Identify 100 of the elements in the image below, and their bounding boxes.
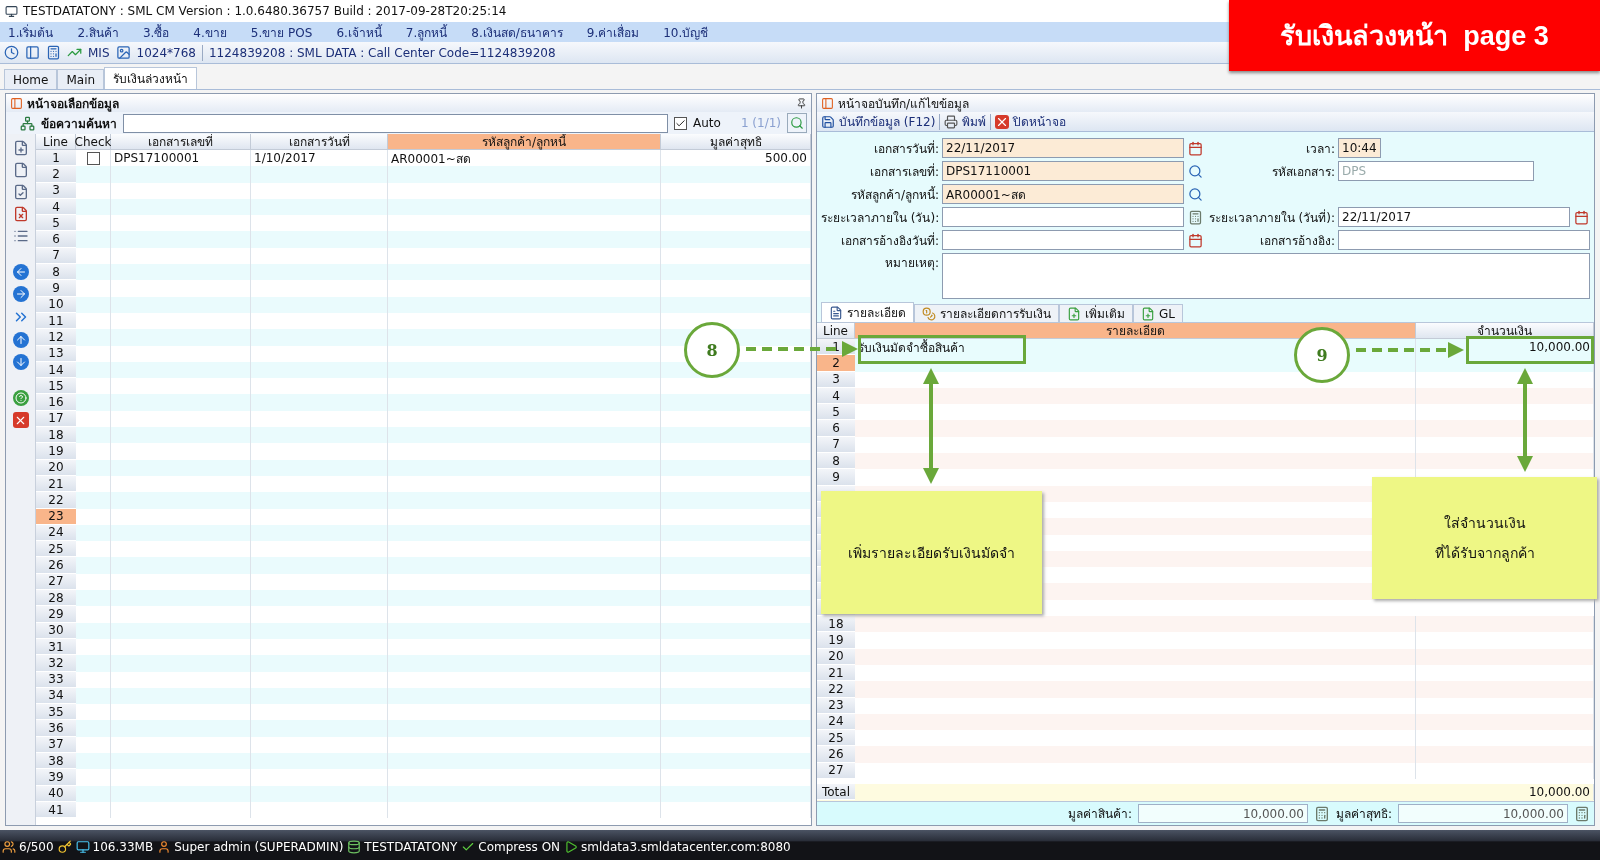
row-number[interactable]: 25	[36, 541, 76, 558]
status-text: Super admin (SUPERADMIN)	[174, 840, 344, 854]
column-header[interactable]: รหัสลูกค้า/ลูกหนี้	[388, 134, 661, 150]
field-label: ระยะเวลาภายใน (วันที่):	[1207, 208, 1335, 227]
row-number[interactable]: 6	[817, 420, 855, 437]
row-number[interactable]: 2	[817, 355, 855, 372]
row-number[interactable]: 36	[36, 720, 76, 737]
window-title: TESTDATATONY : SML CM Version : 1.0.6480.36757 Build : 2017-09-28T20:25:14	[23, 4, 507, 18]
total-field: 10,000.00	[1137, 804, 1308, 823]
row-number[interactable]: 39	[36, 769, 76, 786]
menu-item[interactable]: 7.ลูกหนี้	[405, 22, 448, 42]
row-number[interactable]: 35	[36, 704, 76, 721]
row-number[interactable]: 18	[36, 427, 76, 444]
row-number[interactable]: 22	[817, 681, 855, 698]
toolbar-button[interactable]: ปิดหน้าจอ	[1013, 112, 1067, 131]
row-number[interactable]: 28	[36, 590, 76, 607]
column-header[interactable]: มูลค่าสุทธิ	[661, 134, 811, 150]
panel-title: หน้าจอเลือกข้อมูล	[27, 95, 119, 113]
status-text: smldata3.smldatacenter.com:8080	[581, 840, 791, 854]
toolbar-button[interactable]: 1024*768	[136, 45, 196, 60]
row-number[interactable]: 2	[36, 166, 76, 183]
table-cell: AR00001~สด	[388, 150, 661, 167]
tab[interactable]: Home	[4, 69, 58, 89]
row-number[interactable]: 25	[817, 730, 855, 747]
row-number[interactable]: 8	[36, 264, 76, 281]
status-text: TESTDATATONY	[364, 840, 458, 854]
row-number[interactable]: 19	[817, 632, 855, 649]
row-number[interactable]: 8	[817, 453, 855, 470]
field-label: มูลค่าสินค้า:	[1067, 806, 1132, 823]
tab[interactable]: รายละเอียดการรับเงิน	[914, 304, 1059, 322]
field-label: รหัสเอกสาร:	[1270, 163, 1335, 181]
field-label: หมายเหตุ:	[883, 255, 939, 272]
row-number[interactable]: 32	[36, 655, 76, 672]
field-label: เอกสารอ้างอิงวันที่:	[839, 231, 939, 250]
menu-item[interactable]: 3.ซื้อ	[142, 22, 170, 42]
status-text: 106.33MB	[92, 840, 154, 854]
input-field[interactable]: DPS17110001	[942, 161, 1184, 181]
tab[interactable]: เพิ่มเติม	[1059, 304, 1133, 322]
menu-item[interactable]: 4.ขาย	[193, 22, 227, 42]
menu-item[interactable]: 2.สินค้า	[77, 22, 119, 42]
column-header[interactable]: เอกสารวันที่	[251, 134, 388, 150]
page-info: 1 (1/1)	[740, 116, 781, 130]
row-number[interactable]: 15	[36, 378, 76, 395]
total-field: 10,000.00	[1398, 804, 1568, 823]
search-label: ข้อความค้นหา	[41, 115, 117, 133]
input-field[interactable]: AR00001~สด	[942, 184, 1184, 204]
field-label: เอกสารอ้างอิง:	[1258, 232, 1335, 250]
field-label: เอกสารวันที่:	[872, 139, 939, 158]
row-number[interactable]: 5	[817, 404, 855, 421]
field-label: รหัสลูกค้า/ลูกหนี้:	[849, 185, 939, 204]
menu-item[interactable]: 10.บัญชี	[663, 22, 709, 42]
menu-item[interactable]: 9.ค่าเสื่อม	[586, 22, 640, 42]
field-label: เวลา:	[1304, 140, 1335, 158]
menu-item[interactable]: 1.เริ่มต้น	[8, 22, 54, 42]
toolbar-button[interactable]: พิมพ์	[962, 112, 987, 131]
row-number[interactable]: 6	[36, 231, 76, 248]
status-text: Compress ON	[478, 840, 561, 854]
row-number[interactable]: 12	[36, 329, 76, 346]
note-text: ใส่จำนวนเงิน	[1443, 514, 1526, 533]
info-text: 1124839208 : SML DATA : Call Center Code=1124839208	[208, 45, 556, 60]
total-label: Total	[817, 784, 855, 801]
menu-item[interactable]: 8.เงินสด/ธนาคาร	[471, 22, 563, 42]
row-number[interactable]: 5	[36, 215, 76, 232]
row-number[interactable]: 9	[817, 469, 855, 486]
status-text: 6/500	[19, 840, 54, 854]
input-field[interactable]: 22/11/2017	[942, 138, 1184, 158]
row-number[interactable]: 26	[817, 746, 855, 763]
page-banner: รับเงินล่วงหน้า page 3	[1229, 0, 1600, 71]
row-number[interactable]: 29	[36, 606, 76, 623]
toolbar-button[interactable]: บันทึกข้อมูล (F12)	[839, 112, 936, 131]
table-cell: 10,000.00	[1416, 339, 1594, 356]
menu-item[interactable]: 5.ขาย POS	[250, 22, 313, 42]
tab[interactable]: GL	[1133, 304, 1183, 322]
tab[interactable]: รายละเอียด	[821, 302, 914, 322]
input-field[interactable]: 10:44	[1338, 138, 1381, 158]
column-header[interactable]: เอกสารเลขที่	[111, 134, 251, 150]
panel-title: หน้าจอบันทึก/แก้ไขข้อมูล	[838, 95, 970, 113]
note-text: เพิ่มรายละเอียดรับเงินมัดจำ	[848, 543, 1015, 563]
toolbar-button[interactable]: MIS	[88, 45, 110, 60]
row-number[interactable]: 19	[36, 443, 76, 460]
row-number[interactable]: 9	[36, 280, 76, 297]
field-label: ระยะเวลาภายใน (วัน):	[821, 209, 939, 227]
checkbox-label: Auto	[693, 116, 721, 130]
input-field[interactable]: 22/11/2017	[1338, 207, 1570, 227]
row-number[interactable]: 26	[36, 557, 76, 574]
column-header[interactable]: จำนวนเงิน	[1416, 323, 1594, 339]
field-label: เอกสารเลขที่:	[868, 162, 939, 181]
row-number[interactable]: 18	[817, 616, 855, 633]
tab[interactable]: Main	[57, 69, 105, 89]
note-text: ที่ได้รับจากลูกค้า	[1434, 543, 1535, 564]
column-header[interactable]: Line	[36, 134, 76, 150]
field-label: มูลค่าสุทธิ:	[1335, 806, 1392, 823]
column-header[interactable]: Check	[76, 134, 111, 150]
row-number[interactable]: 22	[36, 492, 76, 509]
total-value: 10,000.00	[1528, 785, 1590, 800]
column-header[interactable]: Line	[817, 323, 855, 339]
tab[interactable]: รับเงินล่วงหน้า	[104, 67, 198, 89]
menu-item[interactable]: 6.เจ้าหนี้	[336, 22, 382, 42]
row-number[interactable]: 16	[36, 394, 76, 411]
row-number[interactable]: 1	[36, 150, 76, 167]
